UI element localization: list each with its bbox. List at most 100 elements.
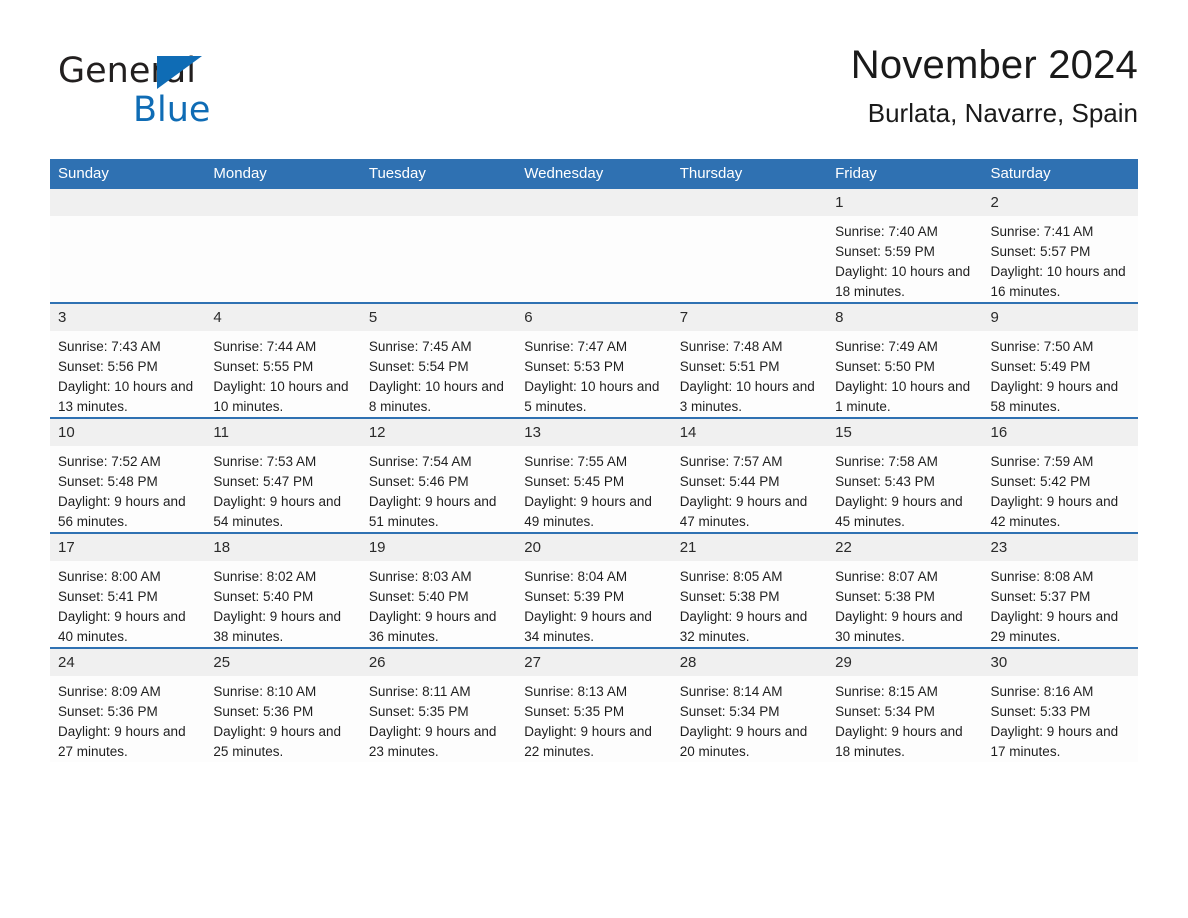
sunset-text: Sunset: 5:33 PM	[990, 704, 1091, 719]
calendar-day-cell[interactable]: 19 Sunrise: 8:03 AM Sunset: 5:40 PM Dayligh…	[360, 532, 517, 648]
sunrise-text: Sunrise: 7:40 AM	[835, 224, 938, 239]
calendar-week-row: 3 Sunrise: 7:43 AM Sunset: 5:56 PM Daylight…	[50, 302, 1138, 418]
daylight-text: Daylight: 9 hours and 34 minutes.	[524, 609, 652, 644]
sunset-text: Sunset: 5:43 PM	[835, 474, 935, 489]
calendar-day-cell[interactable]: 11 Sunrise: 7:53 AM Sunset: 5:47 PM Dayligh…	[205, 417, 361, 533]
day-number: 21	[671, 534, 828, 561]
day-details: Sunrise: 8:05 AM Sunset: 5:38 PM Daylight:…	[672, 561, 827, 647]
calendar-day-cell[interactable]: 8 Sunrise: 7:49 AM Sunset: 5:50 PM Daylight…	[827, 302, 983, 418]
sunrise-text: Sunrise: 7:55 AM	[524, 454, 628, 469]
daylight-text: Daylight: 10 hours and 18 minutes.	[835, 264, 971, 299]
calendar-day-cell[interactable]: 5 Sunrise: 7:45 AM Sunset: 5:54 PM Daylight…	[360, 302, 517, 418]
day-number: 2	[982, 189, 1138, 216]
day-number	[360, 189, 517, 216]
generalblue-logo[interactable]: General Blue	[58, 52, 378, 138]
calendar-day-cell[interactable]: 9 Sunrise: 7:50 AM Sunset: 5:49 PM Daylight…	[982, 302, 1138, 418]
day-number: 28	[671, 649, 828, 676]
calendar-day-cell[interactable]: 3 Sunrise: 7:43 AM Sunset: 5:56 PM Daylight…	[50, 302, 206, 418]
calendar-day-cell[interactable]: 23 Sunrise: 8:08 AM Sunset: 5:37 PM Dayligh…	[982, 532, 1138, 648]
calendar-day-cell[interactable]: 7 Sunrise: 7:48 AM Sunset: 5:51 PM Daylight…	[671, 302, 828, 418]
day-details: Sunrise: 7:52 AM Sunset: 5:48 PM Daylight:…	[50, 446, 205, 532]
calendar-day-cell[interactable]: 12 Sunrise: 7:54 AM Sunset: 5:46 PM Dayligh…	[360, 417, 517, 533]
calendar-day-cell[interactable]: 24 Sunrise: 8:09 AM Sunset: 5:36 PM Dayligh…	[50, 647, 206, 762]
calendar-day-cell[interactable]: 17 Sunrise: 8:00 AM Sunset: 5:41 PM Dayligh…	[50, 532, 206, 648]
sunrise-text: Sunrise: 8:03 AM	[368, 569, 472, 584]
sunset-text: Sunset: 5:38 PM	[679, 589, 780, 604]
sunrise-text: Sunrise: 7:54 AM	[368, 454, 472, 469]
day-number: 18	[205, 534, 361, 561]
daylight-text: Daylight: 10 hours and 8 minutes.	[368, 379, 504, 414]
daylight-text: Daylight: 9 hours and 32 minutes.	[679, 609, 808, 644]
day-details: Sunrise: 8:13 AM Sunset: 5:35 PM Daylight:…	[516, 676, 671, 762]
sunrise-text: Sunrise: 7:41 AM	[990, 224, 1094, 239]
calendar-day-cell[interactable]: 2 Sunrise: 7:41 AM Sunset: 5:57 PM Daylight…	[982, 189, 1138, 303]
day-number: 16	[982, 419, 1138, 446]
calendar-day-cell[interactable]: 18 Sunrise: 8:02 AM Sunset: 5:40 PM Dayligh…	[205, 532, 361, 648]
calendar-day-cell[interactable]: 13 Sunrise: 7:55 AM Sunset: 5:45 PM Dayligh…	[516, 417, 672, 533]
calendar-day-cell[interactable]: 6 Sunrise: 7:47 AM Sunset: 5:53 PM Daylight…	[516, 302, 672, 418]
day-number: 5	[360, 304, 517, 331]
calendar-day-cell[interactable]: 10 Sunrise: 7:52 AM Sunset: 5:48 PM Dayligh…	[50, 417, 206, 533]
sunrise-text: Sunrise: 8:15 AM	[835, 684, 938, 699]
calendar-day-cell[interactable]: 15 Sunrise: 7:58 AM Sunset: 5:43 PM Dayligh…	[827, 417, 983, 533]
day-details: Sunrise: 8:08 AM Sunset: 5:37 PM Daylight:…	[983, 561, 1138, 647]
calendar-day-cell[interactable]: 4 Sunrise: 7:44 AM Sunset: 5:55 PM Daylight…	[205, 302, 361, 418]
daylight-text: Daylight: 9 hours and 20 minutes.	[679, 724, 808, 759]
day-number: 24	[50, 649, 206, 676]
calendar-day-cell[interactable]: 26 Sunrise: 8:11 AM Sunset: 5:35 PM Dayligh…	[360, 647, 517, 762]
brand-name-blue: Blue	[133, 90, 211, 130]
daylight-text: Daylight: 9 hours and 54 minutes.	[213, 494, 341, 529]
daylight-text: Daylight: 10 hours and 3 minutes.	[679, 379, 815, 414]
day-number: 23	[982, 534, 1138, 561]
calendar-day-cell[interactable]: 21 Sunrise: 8:05 AM Sunset: 5:38 PM Dayligh…	[671, 532, 828, 648]
sunrise-text: Sunrise: 8:02 AM	[213, 569, 317, 584]
day-details: Sunrise: 7:40 AM Sunset: 5:59 PM Daylight:…	[827, 216, 982, 302]
calendar-day-cell[interactable]: 28 Sunrise: 8:14 AM Sunset: 5:34 PM Dayligh…	[671, 647, 828, 762]
calendar-day-cell[interactable]: 27 Sunrise: 8:13 AM Sunset: 5:35 PM Dayligh…	[516, 647, 672, 762]
calendar-day-cell[interactable]: 22 Sunrise: 8:07 AM Sunset: 5:38 PM Dayligh…	[827, 532, 983, 648]
sunrise-text: Sunrise: 8:05 AM	[679, 569, 783, 584]
day-details: Sunrise: 8:00 AM Sunset: 5:41 PM Daylight:…	[50, 561, 205, 647]
day-number: 4	[205, 304, 361, 331]
sunrise-text: Sunrise: 7:45 AM	[368, 339, 472, 354]
calendar-day-cell[interactable]: 16 Sunrise: 7:59 AM Sunset: 5:42 PM Dayligh…	[982, 417, 1138, 533]
day-number	[516, 189, 672, 216]
calendar-day-cell[interactable]: 29 Sunrise: 8:15 AM Sunset: 5:34 PM Dayligh…	[827, 647, 983, 762]
calendar-day-cell[interactable]: 25 Sunrise: 8:10 AM Sunset: 5:36 PM Dayligh…	[205, 647, 361, 762]
daylight-text: Daylight: 9 hours and 22 minutes.	[524, 724, 652, 759]
calendar-week-row: 24 Sunrise: 8:09 AM Sunset: 5:36 PM Dayligh…	[50, 647, 1138, 762]
sunset-text: Sunset: 5:46 PM	[368, 474, 469, 489]
daylight-text: Daylight: 9 hours and 25 minutes.	[213, 724, 341, 759]
sunset-text: Sunset: 5:49 PM	[990, 359, 1091, 374]
calendar-cell-empty	[50, 189, 206, 303]
calendar-day-cell[interactable]: 30 Sunrise: 8:16 AM Sunset: 5:33 PM Dayligh…	[982, 647, 1138, 762]
sunset-text: Sunset: 5:47 PM	[213, 474, 314, 489]
sunset-text: Sunset: 5:36 PM	[58, 704, 158, 719]
day-details: Sunrise: 8:03 AM Sunset: 5:40 PM Daylight:…	[361, 561, 516, 647]
daylight-text: Daylight: 9 hours and 42 minutes.	[990, 494, 1119, 529]
sunrise-text: Sunrise: 7:49 AM	[835, 339, 938, 354]
sunset-text: Sunset: 5:53 PM	[524, 359, 625, 374]
calendar-cell-empty	[360, 189, 517, 303]
sunset-text: Sunset: 5:54 PM	[368, 359, 469, 374]
sunset-text: Sunset: 5:35 PM	[524, 704, 625, 719]
calendar-day-cell[interactable]: 20 Sunrise: 8:04 AM Sunset: 5:39 PM Dayligh…	[516, 532, 672, 648]
day-details: Sunrise: 8:04 AM Sunset: 5:39 PM Daylight:…	[516, 561, 671, 647]
sunset-text: Sunset: 5:36 PM	[213, 704, 314, 719]
sunset-text: Sunset: 5:55 PM	[213, 359, 314, 374]
calendar-header-row-group: Sunday Monday Tuesday Wednesday Thursday…	[50, 159, 1138, 189]
day-number: 10	[50, 419, 206, 446]
day-number	[50, 189, 206, 216]
sunset-text: Sunset: 5:39 PM	[524, 589, 625, 604]
sunrise-text: Sunrise: 8:10 AM	[213, 684, 317, 699]
daylight-text: Daylight: 10 hours and 1 minute.	[835, 379, 971, 414]
sunrise-text: Sunrise: 8:13 AM	[524, 684, 628, 699]
daylight-text: Daylight: 10 hours and 5 minutes.	[524, 379, 660, 414]
weekday-header-tuesday: Tuesday	[360, 159, 517, 189]
sunrise-sunset-calendar-table: Sunday Monday Tuesday Wednesday Thursday…	[50, 159, 1138, 762]
day-details: Sunrise: 7:41 AM Sunset: 5:57 PM Daylight:…	[983, 216, 1138, 302]
day-details: Sunrise: 7:58 AM Sunset: 5:43 PM Daylight:…	[827, 446, 982, 532]
sunset-text: Sunset: 5:42 PM	[990, 474, 1091, 489]
calendar-day-cell[interactable]: 14 Sunrise: 7:57 AM Sunset: 5:44 PM Dayligh…	[671, 417, 828, 533]
calendar-day-cell[interactable]: 1 Sunrise: 7:40 AM Sunset: 5:59 PM Daylight…	[827, 189, 983, 303]
